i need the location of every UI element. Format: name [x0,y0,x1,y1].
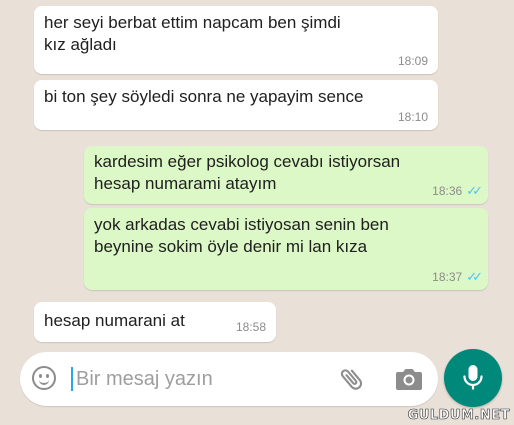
message-time: 18:37 [432,270,463,284]
message-bubble-incoming[interactable]: hesap numarani at 18:58 [34,302,276,342]
attach-icon[interactable] [338,365,366,393]
read-receipt-icon: ✓✓ [466,269,483,284]
message-text: kardesim eğer psikolog cevabı istiyorsan… [94,152,401,193]
message-text: hesap numarani at [44,311,185,330]
message-meta: 18:37 ✓✓ [432,269,483,285]
message-composer[interactable]: Bir mesaj yazın [20,352,438,406]
message-text: her seyi berbat ettim napcam ben şimdi k… [44,13,341,54]
message-text: yok arkadas cevabi istiyosan senin ben b… [94,215,389,256]
message-bubble-outgoing[interactable]: kardesim eğer psikolog cevabı istiyorsan… [84,146,488,204]
message-bubble-outgoing[interactable]: yok arkadas cevabi istiyosan senin ben b… [84,208,488,290]
camera-icon[interactable] [394,366,424,392]
mic-button[interactable] [444,349,502,407]
watermark-logo: GULDUM.NET [407,408,510,424]
emoji-icon[interactable] [32,366,56,390]
message-meta: 18:36 ✓✓ [432,183,483,199]
message-input[interactable]: Bir mesaj yazın [76,368,213,391]
message-bubble-incoming[interactable]: bi ton şey söyledi sonra ne yapayim senc… [34,80,438,130]
message-bubble-incoming[interactable]: her seyi berbat ettim napcam ben şimdi k… [34,6,438,74]
text-cursor [71,367,73,391]
message-text: bi ton şey söyledi sonra ne yapayim senc… [44,87,364,106]
message-time: 18:36 [432,184,463,198]
chat-area: her seyi berbat ettim napcam ben şimdi k… [0,0,514,425]
mic-icon [463,365,483,390]
message-time: 18:10 [397,110,428,124]
read-receipt-icon: ✓✓ [466,183,483,198]
message-time: 18:58 [235,320,266,334]
message-time: 18:09 [397,54,428,68]
